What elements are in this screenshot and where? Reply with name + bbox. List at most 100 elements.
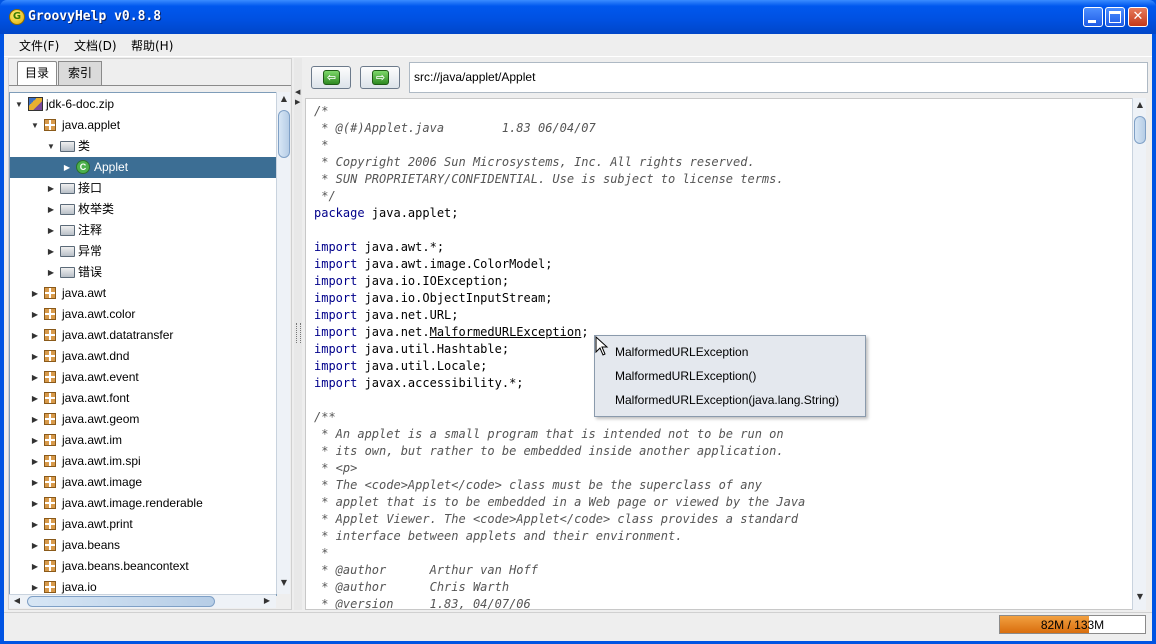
tree-scroll-thumb[interactable] [278, 110, 290, 158]
collapse-toggle-icon[interactable]: ▼ [46, 136, 56, 157]
minimize-button[interactable] [1083, 7, 1103, 27]
title-bar[interactable] [0, 0, 1156, 34]
tree-node-selected[interactable]: ▶ C Applet [10, 157, 276, 178]
scroll-left-icon[interactable]: ◀ [11, 596, 23, 605]
expand-toggle-icon[interactable]: ▶ [46, 178, 56, 199]
collapse-right-icon[interactable]: ▶ [295, 98, 300, 106]
expand-toggle-icon[interactable]: ▶ [30, 304, 40, 325]
expand-toggle-icon[interactable]: ▶ [30, 514, 40, 535]
tree-node-label: java.awt.image [62, 475, 143, 489]
tree-node[interactable]: ▶ java.awt.print [10, 514, 276, 535]
collapse-toggle-icon[interactable]: ▼ [30, 115, 40, 136]
tree-node[interactable]: ▶ java.beans.beancontext [10, 556, 276, 577]
code-link[interactable]: MalformedURLException [430, 325, 582, 339]
menu-document[interactable]: 文档(D) [74, 37, 117, 54]
expand-toggle-icon[interactable]: ▶ [30, 535, 40, 556]
back-arrow-icon: ⇦ [323, 70, 340, 85]
tree-node[interactable]: ▶ 错误 [10, 262, 276, 283]
close-button[interactable]: ✕ [1128, 7, 1148, 27]
code-text: java.util.Hashtable; [357, 342, 510, 356]
tree-node[interactable]: ▶ java.awt [10, 283, 276, 304]
tree-node-label: java.awt.datatransfer [62, 328, 174, 342]
code-line: import java.net.URL; [314, 307, 459, 324]
package-icon [44, 329, 56, 341]
splitter-grip[interactable] [296, 323, 301, 343]
tree-node[interactable]: ▶ java.awt.font [10, 388, 276, 409]
memory-indicator[interactable]: 82M / 133M [999, 615, 1146, 634]
menu-file[interactable]: 文件(F) [19, 37, 59, 54]
code-scroll-down-icon[interactable]: ▼ [1134, 592, 1146, 601]
splitter[interactable]: ◀ ▶ [294, 58, 302, 610]
tree-node-label: java.awt.geom [62, 412, 140, 426]
menu-help[interactable]: 帮助(H) [131, 37, 173, 54]
expand-toggle-icon[interactable]: ▶ [30, 367, 40, 388]
expand-toggle-icon[interactable]: ▶ [30, 451, 40, 472]
popup-item[interactable]: MalformedURLException() [615, 369, 756, 383]
popup-item[interactable]: MalformedURLException [615, 345, 748, 359]
popup-item[interactable]: MalformedURLException(java.lang.String) [615, 393, 839, 407]
expand-toggle-icon[interactable]: ▶ [30, 493, 40, 514]
code-line: * SUN PROPRIETARY/CONFIDENTIAL. Use is s… [314, 171, 783, 188]
collapse-toggle-icon[interactable]: ▼ [14, 94, 24, 115]
expand-toggle-icon[interactable]: ▶ [30, 283, 40, 304]
scroll-up-icon[interactable]: ▲ [278, 94, 290, 103]
collapse-left-icon[interactable]: ◀ [295, 88, 300, 96]
code-text: * An applet is a small program that is i… [314, 427, 784, 441]
code-text: java.awt.image.ColorModel; [357, 257, 553, 271]
code-vertical-scrollbar[interactable]: ▲ ▼ [1132, 98, 1146, 610]
tree-vertical-scrollbar[interactable]: ▲ ▼ [276, 92, 290, 594]
expand-toggle-icon[interactable]: ▶ [30, 472, 40, 493]
expand-toggle-icon[interactable]: ▶ [30, 430, 40, 451]
tree-node[interactable]: ▶ java.awt.datatransfer [10, 325, 276, 346]
tree-node[interactable]: ▶ java.awt.image [10, 472, 276, 493]
tree-node[interactable]: ▶ java.awt.color [10, 304, 276, 325]
tab-toc[interactable]: 目录 [17, 61, 57, 85]
expand-toggle-icon[interactable]: ▶ [46, 199, 56, 220]
tree-node[interactable]: ▶ java.awt.dnd [10, 346, 276, 367]
scroll-right-icon[interactable]: ▶ [261, 596, 273, 605]
expand-toggle-icon[interactable]: ▶ [46, 220, 56, 241]
maximize-button[interactable] [1105, 7, 1125, 27]
tree-node[interactable]: ▶ java.beans [10, 535, 276, 556]
tab-index[interactable]: 索引 [58, 61, 102, 85]
expand-toggle-icon[interactable]: ▶ [30, 325, 40, 346]
tree-hscroll-thumb[interactable] [27, 596, 215, 607]
package-icon [44, 455, 56, 467]
code-line: * Applet Viewer. The <code>Applet</code>… [314, 511, 798, 528]
expand-toggle-icon[interactable]: ▶ [30, 346, 40, 367]
tree-node[interactable]: ▶ java.awt.geom [10, 409, 276, 430]
tree-node[interactable]: ▶ 枚举类 [10, 199, 276, 220]
expand-toggle-icon[interactable]: ▶ [62, 157, 72, 178]
toc-tree[interactable]: ▼ jdk-6-doc.zip ▼ java.applet ▼ 类 ▶ C Applet ▶ 接口 ▶… [9, 92, 277, 596]
tree-node[interactable]: ▼ 类 [10, 136, 276, 157]
address-field[interactable]: src://java/applet/Applet [409, 62, 1148, 93]
back-button[interactable]: ⇦ [311, 66, 351, 89]
expand-toggle-icon[interactable]: ▶ [30, 388, 40, 409]
scroll-down-icon[interactable]: ▼ [278, 578, 290, 587]
expand-toggle-icon[interactable]: ▶ [46, 241, 56, 262]
code-text: java.net.URL; [357, 308, 459, 322]
tree-node[interactable]: ▼ java.applet [10, 115, 276, 136]
folder-icon [60, 204, 75, 215]
tree-node[interactable]: ▶ java.awt.event [10, 367, 276, 388]
expand-toggle-icon[interactable]: ▶ [30, 409, 40, 430]
tree-node[interactable]: ▶ java.awt.im [10, 430, 276, 451]
expand-toggle-icon[interactable]: ▶ [46, 262, 56, 283]
code-scroll-up-icon[interactable]: ▲ [1134, 100, 1146, 109]
tree-node[interactable]: ▶ java.awt.im.spi [10, 451, 276, 472]
expand-toggle-icon[interactable]: ▶ [30, 556, 40, 577]
code-line: import javax.accessibility.*; [314, 375, 524, 392]
code-scroll-thumb[interactable] [1134, 116, 1146, 144]
tree-node[interactable]: ▼ jdk-6-doc.zip [10, 94, 276, 115]
code-line: import java.util.Locale; [314, 358, 487, 375]
code-line: */ [314, 188, 335, 205]
tree-node[interactable]: ▶ 注释 [10, 220, 276, 241]
tree-node[interactable]: ▶ 异常 [10, 241, 276, 262]
tree-node-label: 枚举类 [78, 202, 115, 216]
code-text: * @(#)Applet.java 1.83 06/04/07 [314, 121, 596, 135]
forward-button[interactable]: ⇨ [360, 66, 400, 89]
tree-node[interactable]: ▶ 接口 [10, 178, 276, 199]
tree-node[interactable]: ▶ java.awt.image.renderable [10, 493, 276, 514]
package-icon [44, 434, 56, 446]
tree-horizontal-scrollbar[interactable]: ◀ ▶ [9, 594, 276, 608]
